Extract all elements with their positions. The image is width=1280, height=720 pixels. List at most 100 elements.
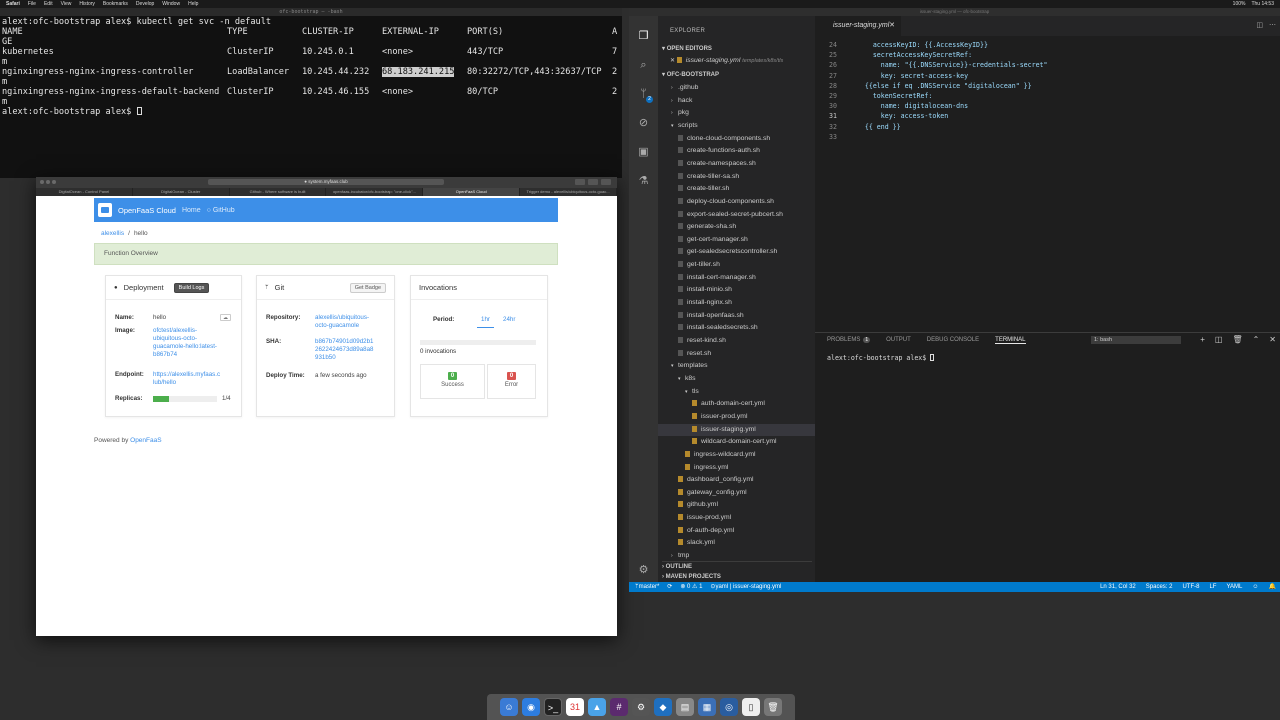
integrated-terminal-line[interactable]: alext:ofc-bootstrap alex$ — [827, 354, 935, 362]
menu-file[interactable]: File — [28, 1, 36, 7]
line-ending[interactable]: LF — [1209, 582, 1216, 592]
tree-file[interactable]: export-sealed-secret-pubcert.sh — [658, 209, 815, 222]
terminal-window[interactable]: ofc-bootstrap — -bash alext:ofc-bootstra… — [0, 8, 622, 178]
safari-tab[interactable]: openfaas-incubator/ofc-bootstrap: "one-c… — [326, 188, 424, 196]
finder-icon[interactable]: ☺ — [500, 698, 518, 716]
tree-file[interactable]: get-cert-manager.sh — [658, 234, 815, 247]
open-editors-header[interactable]: ▾ OPEN EDITORS — [662, 45, 712, 52]
tree-file[interactable]: reset-kind.sh — [658, 335, 815, 348]
shell-select[interactable]: 1: bash — [1091, 336, 1181, 344]
problems-status[interactable]: ⊗ 0 ⚠ 1 — [680, 582, 702, 592]
safari-tab-active[interactable]: OpenFaaS Cloud — [423, 188, 521, 196]
git-branch-status[interactable]: ᛘmaster* — [635, 582, 659, 592]
code-line[interactable]: name: digitalocean-dns — [849, 101, 968, 111]
code-line[interactable]: name: "{{.DNSService}}-credentials-secre… — [849, 60, 1048, 70]
tree-file[interactable]: wildcard-domain-cert.yml — [658, 436, 815, 449]
tree-file[interactable]: deploy-cloud-components.sh — [658, 196, 815, 209]
bell-icon[interactable]: 🔔 — [1269, 582, 1276, 592]
language-mode[interactable]: YAML — [1226, 582, 1242, 592]
tree-file[interactable]: install-nginx.sh — [658, 297, 815, 310]
explorer-icon[interactable]: ❐ — [637, 30, 650, 43]
code-line[interactable]: key: secret-access-key — [849, 71, 968, 81]
tree-file[interactable]: create-namespaces.sh — [658, 158, 815, 171]
tree-file[interactable]: of-auth-dep.yml — [658, 525, 815, 538]
tree-file[interactable]: create-functions-auth.sh — [658, 145, 815, 158]
endpoint-link[interactable]: https://alexellis.myfaas.c lub/hello — [153, 371, 220, 387]
outline-header[interactable]: › OUTLINE — [662, 561, 812, 570]
browser-icon[interactable]: ◎ — [720, 698, 738, 716]
slack-icon[interactable]: # — [610, 698, 628, 716]
project-header[interactable]: ▾ OFC-BOOTSTRAP — [662, 71, 719, 78]
menu-window[interactable]: Window — [162, 1, 180, 7]
tree-file[interactable]: ingress-wildcard.yml — [658, 449, 815, 462]
screen-tool-icon[interactable]: ▦ — [698, 698, 716, 716]
split-terminal-icon[interactable]: ◫ — [1215, 335, 1223, 344]
trash-dock-icon[interactable]: 🗑 — [764, 698, 782, 716]
share-icon[interactable] — [575, 179, 585, 185]
zoom-dot-icon[interactable] — [52, 180, 56, 184]
encoding[interactable]: UTF-8 — [1182, 582, 1199, 592]
tab-debug-console[interactable]: DEBUG CONSOLE — [927, 337, 979, 343]
open-editor-item[interactable]: ✕ issuer-staging.yml templates/k8s/tls — [658, 55, 815, 68]
tree-file[interactable]: create-tiller-sa.sh — [658, 171, 815, 184]
openfaas-link[interactable]: OpenFaaS — [130, 437, 161, 444]
tab-output[interactable]: OUTPUT — [886, 337, 911, 343]
safari-tab[interactable]: DigitalOcean - Cluster — [133, 188, 230, 196]
tree-folder[interactable]: › .github — [658, 82, 815, 95]
period-1hr-tab[interactable]: 1hr — [477, 316, 494, 328]
tab-terminal[interactable]: TERMINAL — [995, 337, 1026, 344]
code-line[interactable]: {{else if eq .DNSService "digitalocean" … — [849, 81, 1032, 91]
build-logs-button[interactable]: Build Logs — [173, 282, 210, 293]
yaml-schema-status[interactable]: ⊙yaml | issuer-staging.yml — [710, 582, 781, 592]
indentation[interactable]: Spaces: 2 — [1146, 582, 1173, 592]
sha-link[interactable]: b867b74901d09d2b1 2622424673d89a8a8 931b… — [315, 338, 374, 362]
feedback-icon[interactable]: ☺ — [1252, 582, 1258, 592]
brand-link[interactable]: OpenFaaS Cloud — [118, 206, 176, 215]
close-icon[interactable]: ✕ — [670, 58, 677, 64]
tree-folder[interactable]: ▾ k8s — [658, 373, 815, 386]
code-line[interactable]: secretAccessKeySecretRef: — [849, 50, 972, 60]
battery-status[interactable]: 100% — [1233, 1, 1246, 7]
openfaas-logo-icon[interactable] — [98, 203, 112, 217]
menu-bookmarks[interactable]: Bookmarks — [103, 1, 128, 7]
tree-file[interactable]: generate-sha.sh — [658, 221, 815, 234]
close-panel-icon[interactable]: ✕ — [1269, 335, 1276, 344]
address-bar[interactable]: ● system.myfaas.club — [208, 179, 444, 185]
tree-file[interactable]: issue-prod.yml — [658, 512, 815, 525]
close-tab-icon[interactable]: ✕ — [889, 16, 895, 36]
safari-window[interactable]: ● system.myfaas.club DigitalOcean - Cont… — [36, 177, 617, 636]
maximize-panel-icon[interactable]: ⌃ — [1253, 335, 1260, 344]
repository-link[interactable]: alexellis/ubiquitous- octo-guacamole — [315, 314, 369, 330]
keynote-icon[interactable]: ▲ — [588, 698, 606, 716]
clock[interactable]: Thu 14:53 — [1251, 1, 1274, 7]
safari-tab[interactable]: Github - Where software is built — [230, 188, 327, 196]
maven-header[interactable]: › MAVEN PROJECTS — [662, 574, 721, 580]
add-terminal-icon[interactable]: + — [1200, 335, 1205, 344]
terminal-icon[interactable]: >_ — [544, 698, 562, 716]
tree-folder[interactable]: ▾ templates — [658, 360, 815, 373]
menu-help[interactable]: Help — [188, 1, 198, 7]
safari-tab[interactable]: DigitalOcean - Control Panel — [36, 188, 133, 196]
tree-file[interactable]: ingress.yml — [658, 462, 815, 475]
close-dot-icon[interactable] — [40, 180, 44, 184]
period-24hr-tab[interactable]: 24hr — [503, 316, 515, 324]
tree-file[interactable]: issuer-staging.yml — [658, 423, 815, 437]
tree-file[interactable]: create-tiller.sh — [658, 183, 815, 196]
tab-problems[interactable]: PROBLEMS 1 — [827, 337, 871, 343]
code-line[interactable]: accessKeyID: {{.AccessKeyID}} — [849, 40, 988, 50]
tree-file[interactable]: install-minio.sh — [658, 284, 815, 297]
sync-icon[interactable]: ⟳ — [667, 582, 672, 592]
svc-external-ip-selected[interactable]: 68.183.241.215 — [382, 67, 455, 77]
vscode-window[interactable]: issuer-staging.yml — ofc-bootstrap ❐ ⌕ ᛘ… — [629, 8, 1280, 592]
safari-icon[interactable]: ◉ — [522, 698, 540, 716]
safari-tab[interactable]: Trigger demo - alexellis/ubiquitous-octo… — [520, 188, 617, 196]
system-preferences-icon[interactable]: ⚙ — [632, 698, 650, 716]
menu-history[interactable]: History — [79, 1, 95, 7]
tree-file[interactable]: reset.sh — [658, 348, 815, 361]
trash-icon[interactable]: 🗑 — [1232, 335, 1242, 344]
extensions-icon[interactable]: ▣ — [637, 146, 650, 159]
menu-develop[interactable]: Develop — [136, 1, 154, 7]
tree-file[interactable]: install-cert-manager.sh — [658, 272, 815, 285]
debug-icon[interactable]: ⊘ — [637, 117, 650, 130]
editor-tab-active[interactable]: issuer-staging.yml ✕ — [815, 16, 901, 36]
